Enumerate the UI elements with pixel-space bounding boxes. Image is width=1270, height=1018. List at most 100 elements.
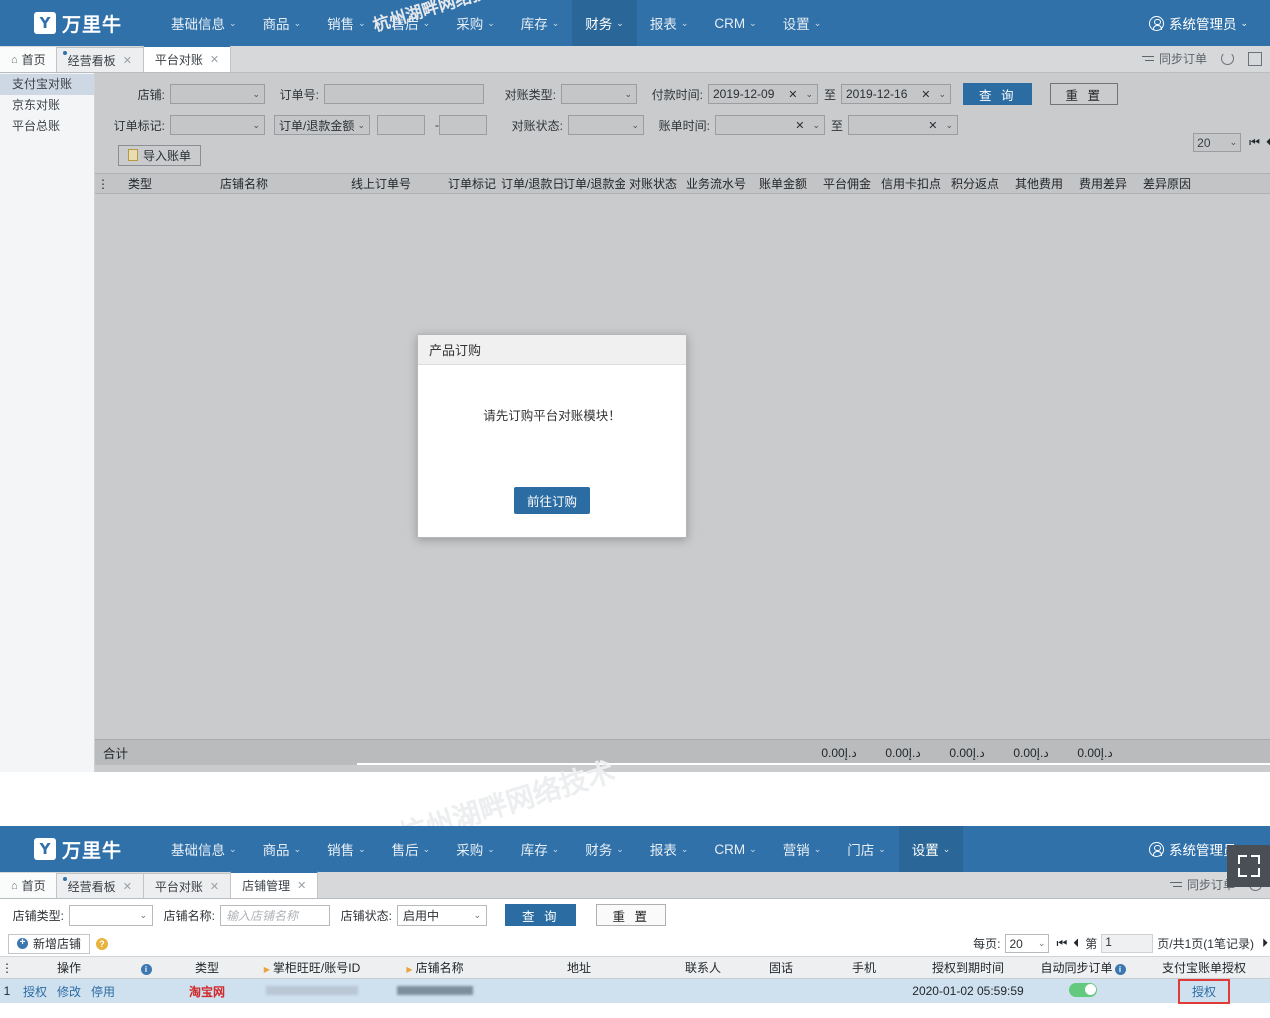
nav-item-1[interactable]: 商品 ⌄: [250, 826, 315, 872]
close-icon[interactable]: ✕: [210, 880, 219, 893]
recon-type-select[interactable]: ⌄: [561, 84, 637, 104]
recon-status-select[interactable]: ⌄: [568, 115, 644, 135]
clear-icon[interactable]: ✕: [921, 88, 930, 101]
sidebar-item-0[interactable]: 支付宝对账: [0, 74, 94, 95]
column-header-2[interactable]: 店铺名称: [169, 175, 319, 192]
nav-item-5[interactable]: 库存 ⌄: [508, 0, 573, 46]
shop-column-header-6[interactable]: 地址: [494, 959, 664, 976]
amount-min-input[interactable]: [377, 115, 425, 135]
nav-item-8[interactable]: CRM ⌄: [701, 826, 769, 872]
shop-column-header-12[interactable]: 支付宝账单授权: [1138, 959, 1270, 976]
nav-item-8[interactable]: CRM ⌄: [701, 0, 769, 46]
column-header-7[interactable]: 对账状态: [625, 175, 681, 192]
column-header-4[interactable]: 订单标记: [443, 175, 501, 192]
action-link-2[interactable]: 停用: [91, 985, 115, 999]
column-header-9[interactable]: 账单金额: [751, 175, 815, 192]
prev-page-button[interactable]: ⏴: [1266, 135, 1270, 150]
action-link-0[interactable]: 授权: [23, 985, 47, 999]
shop-type-select[interactable]: ⌄: [69, 904, 153, 926]
nav-item-6[interactable]: 财务 ⌄: [572, 0, 637, 46]
tab-0[interactable]: ⌂ 首页: [0, 47, 57, 72]
column-header-11[interactable]: 信用卡扣点: [879, 175, 943, 192]
sync-orders-button[interactable]: 同步订单: [1141, 50, 1207, 67]
nav-item-0[interactable]: 基础信息 ⌄: [158, 826, 250, 872]
column-header-10[interactable]: 平台佣金: [815, 175, 879, 192]
alipay-auth-link[interactable]: 授权: [1177, 978, 1230, 1004]
amount-max-input[interactable]: [439, 115, 487, 135]
tab-2[interactable]: 平台对账 ✕: [142, 45, 232, 72]
nav-item-4[interactable]: 采购 ⌄: [443, 826, 508, 872]
shop-status-select[interactable]: 启用中 ⌄: [397, 904, 487, 926]
pay-time-to-input[interactable]: 2019-12-16 ✕ ⌄: [841, 84, 951, 104]
shop-column-header-10[interactable]: 授权到期时间: [908, 959, 1028, 976]
shop-name-input[interactable]: 输入店铺名称: [220, 904, 330, 926]
shop-column-header-4[interactable]: ▶ 掌柜旺旺/账号ID: [248, 959, 376, 976]
nav-item-1[interactable]: 商品 ⌄: [250, 0, 315, 46]
prev-page-button[interactable]: ⏴: [1073, 936, 1079, 951]
pay-time-from-input[interactable]: 2019-12-09 ✕ ⌄: [708, 84, 818, 104]
sort-icon[interactable]: ▶: [264, 965, 270, 974]
fullscreen-button[interactable]: [1248, 51, 1262, 66]
close-icon[interactable]: ✕: [123, 880, 132, 893]
column-header-13[interactable]: 其他费用: [1007, 175, 1071, 192]
shop-column-header-7[interactable]: 联系人: [664, 959, 742, 976]
column-header-5[interactable]: 订单/退款日期: [501, 175, 563, 192]
clear-icon[interactable]: ✕: [788, 88, 797, 101]
add-shop-button[interactable]: + 新增店铺: [8, 933, 91, 954]
nav-item-2[interactable]: 销售 ⌄: [314, 826, 379, 872]
last-page-button[interactable]: ⏵: [1262, 936, 1268, 951]
nav-item-11[interactable]: 设置 ⌄: [898, 826, 964, 872]
user-menu[interactable]: 系统管理员 ⌄: [1148, 13, 1248, 33]
fullscreen-toggle-button[interactable]: [1227, 845, 1270, 887]
go-to-order-button[interactable]: 前往订购: [513, 487, 590, 514]
tab-3[interactable]: 店铺管理 ✕: [230, 871, 319, 898]
amount-type-select[interactable]: 订单/退款金额 ⌄: [274, 115, 370, 135]
info-icon[interactable]: i: [1114, 964, 1126, 975]
shop-column-header-2[interactable]: i: [124, 961, 166, 975]
first-page-button[interactable]: ⏮: [1249, 135, 1260, 150]
clear-icon[interactable]: ✕: [928, 119, 937, 132]
page-number-input[interactable]: 1: [1101, 934, 1154, 953]
action-link-1[interactable]: 修改: [57, 985, 81, 999]
tab-1[interactable]: 经营看板 ✕: [55, 47, 144, 72]
nav-item-2[interactable]: 销售 ⌄: [314, 0, 379, 46]
table-row[interactable]: 1 授权 修改 停用 淘宝网 2020-01-02 05:59:59 授权: [0, 978, 1270, 1004]
sidebar-item-1[interactable]: 京东对账: [0, 95, 94, 116]
refresh-button[interactable]: [1221, 52, 1234, 65]
nav-item-7[interactable]: 报表 ⌄: [637, 0, 702, 46]
per-page-select[interactable]: 20 ⌄: [1005, 934, 1050, 953]
nav-item-3[interactable]: 售后 ⌄: [379, 826, 444, 872]
sync-orders-button[interactable]: 同步订单: [1169, 876, 1235, 893]
query-button[interactable]: 查 询: [963, 83, 1033, 105]
reset-button[interactable]: 重 置: [596, 904, 666, 926]
sort-icon[interactable]: ▶: [406, 965, 412, 974]
close-icon[interactable]: ✕: [210, 53, 219, 66]
tab-0[interactable]: ⌂ 首页: [0, 873, 57, 898]
column-header-14[interactable]: 费用差异: [1071, 175, 1135, 192]
close-icon[interactable]: ✕: [297, 879, 306, 892]
nav-item-7[interactable]: 报表 ⌄: [637, 826, 702, 872]
nav-item-10[interactable]: 门店 ⌄: [834, 826, 899, 872]
shop-column-header-3[interactable]: 类型: [166, 959, 248, 976]
nav-item-0[interactable]: 基础信息 ⌄: [158, 0, 250, 46]
column-header-12[interactable]: 积分返点: [943, 175, 1007, 192]
page-size-select[interactable]: 20 ⌄: [1193, 133, 1242, 152]
column-header-15[interactable]: 差异原因: [1135, 175, 1199, 192]
column-header-6[interactable]: 订单/退款金额: [563, 175, 625, 192]
nav-item-9[interactable]: 设置 ⌄: [770, 0, 835, 46]
order-mark-select[interactable]: ⌄: [170, 115, 265, 135]
shop-select[interactable]: ⌄: [170, 84, 265, 104]
tab-2[interactable]: 平台对账 ✕: [142, 873, 232, 898]
nav-item-3[interactable]: 售后 ⌄: [379, 0, 444, 46]
shop-column-header-5[interactable]: ▶ 店铺名称: [376, 959, 494, 976]
nav-item-9[interactable]: 营销 ⌄: [770, 826, 835, 872]
column-options-icon[interactable]: ⋮: [95, 177, 111, 191]
nav-item-6[interactable]: 财务 ⌄: [572, 826, 637, 872]
shop-column-header-1[interactable]: 操作: [14, 959, 124, 976]
bill-time-to-input[interactable]: ✕ ⌄: [848, 115, 958, 135]
reset-button[interactable]: 重 置: [1050, 83, 1118, 105]
nav-item-5[interactable]: 库存 ⌄: [508, 826, 573, 872]
info-icon[interactable]: i: [140, 963, 152, 975]
query-button[interactable]: 查 询: [505, 904, 577, 926]
sidebar-item-2[interactable]: 平台总账: [0, 116, 94, 137]
